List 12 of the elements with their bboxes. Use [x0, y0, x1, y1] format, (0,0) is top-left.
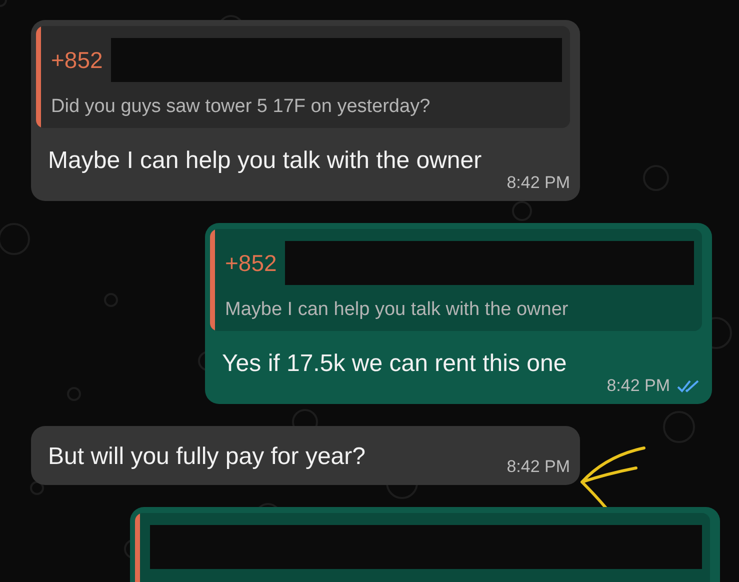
quoted-message[interactable]: +852 Did you guys saw tower 5 17F on yesterday?: [36, 26, 570, 128]
message-time: 8:42 PM: [606, 376, 670, 396]
quoted-text: Maybe I can help you talk with the owner: [225, 299, 570, 321]
message-text: Yes if 17.5k we can rent this one: [221, 349, 568, 379]
quoted-sender: +852: [51, 46, 103, 74]
quoted-text: Did you guys saw tower 5 17F on yesterday?: [51, 96, 432, 118]
quoted-sender: +852: [225, 250, 277, 276]
message-text: But will you fully pay for year?: [48, 442, 366, 472]
message-text: Maybe I can help you talk with the owner: [47, 146, 483, 176]
quoted-message[interactable]: +852 Maybe I can help you talk with the owner: [210, 229, 702, 331]
message-time: 8:42 PM: [506, 457, 570, 477]
message-time: 8:42 PM: [506, 173, 570, 193]
